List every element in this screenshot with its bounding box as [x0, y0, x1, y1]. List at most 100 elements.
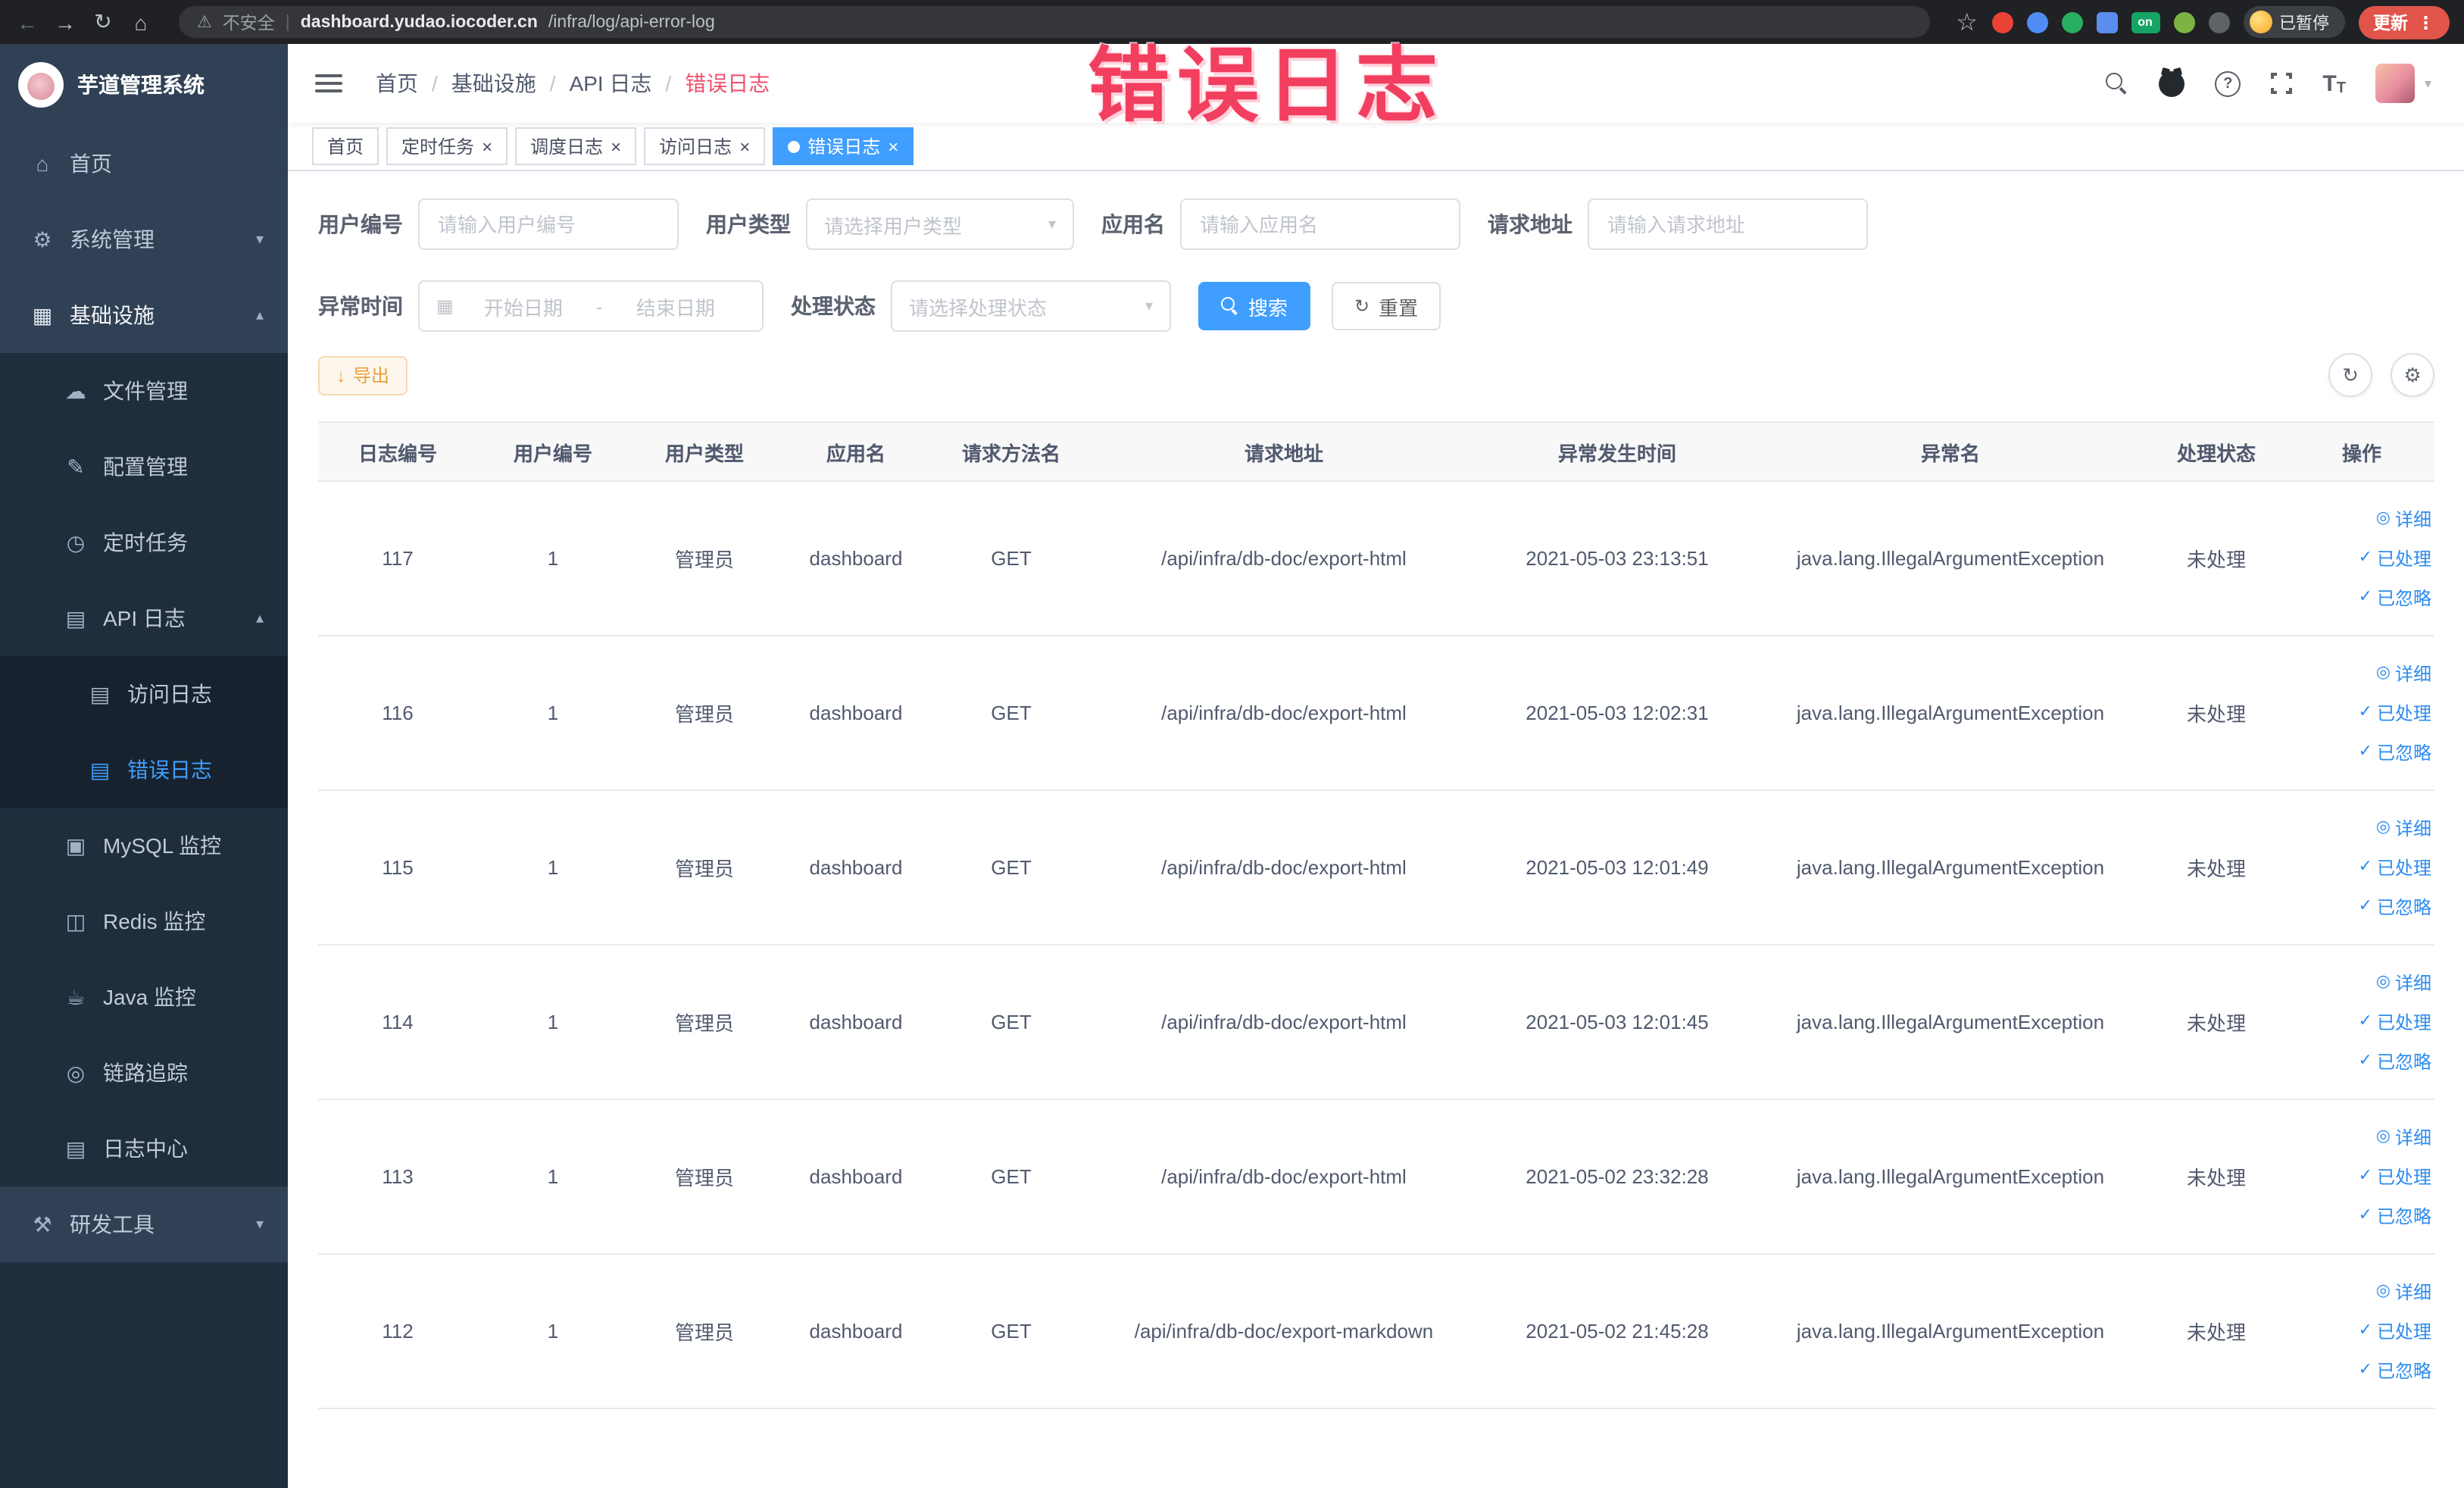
process-status-label: 处理状态: [791, 294, 876, 318]
cell-method: GET: [932, 790, 1091, 946]
sidebar-item-access-log[interactable]: ▤ 访问日志: [0, 656, 288, 732]
user-type-select[interactable]: 请选择用户类型 ▾: [806, 199, 1074, 250]
sidebar-item-home[interactable]: ⌂ 首页: [0, 126, 288, 202]
mark-ignored-link[interactable]: ✓ 已忽略: [2298, 733, 2431, 772]
reload-icon[interactable]: ↻: [91, 9, 115, 35]
menu-dots-icon[interactable]: ⋮: [2417, 11, 2434, 33]
mark-ignored-link[interactable]: ✓ 已忽略: [2298, 578, 2431, 617]
sidebar-item-error-log[interactable]: ▤ 错误日志: [0, 732, 288, 808]
extension-icon-paw[interactable]: [2208, 11, 2229, 33]
extension-icon-green[interactable]: [2061, 11, 2082, 33]
tab-schedule-log[interactable]: 调度日志 ×: [515, 127, 637, 165]
extension-icon-on[interactable]: on: [2131, 11, 2160, 33]
mark-processed-link[interactable]: ✓ 已处理: [2298, 539, 2431, 578]
close-icon[interactable]: ×: [482, 137, 492, 155]
help-icon[interactable]: ?: [2215, 70, 2241, 96]
sidebar-item-infrastructure[interactable]: ▦ 基础设施 ▴: [0, 277, 288, 353]
request-url-input[interactable]: [1588, 199, 1868, 250]
forward-icon[interactable]: →: [53, 10, 77, 34]
cell-process-status: 未处理: [2144, 790, 2289, 946]
detail-link[interactable]: ◎ 详细: [2298, 1272, 2431, 1311]
mark-ignored-link[interactable]: ✓ 已忽略: [2298, 1351, 2431, 1390]
sidebar-item-log-center[interactable]: ▤ 日志中心: [0, 1111, 288, 1186]
bookmark-star-icon[interactable]: ☆: [1956, 7, 1978, 37]
toolbox-icon: ⚒: [33, 1211, 52, 1236]
mark-processed-link[interactable]: ✓ 已处理: [2298, 1157, 2431, 1196]
security-label[interactable]: 不安全: [223, 10, 275, 34]
sidebar-item-api-log[interactable]: ▤ API 日志 ▴: [0, 580, 288, 656]
column-settings-button[interactable]: ⚙: [2391, 353, 2434, 397]
cell-user-type: 管理员: [629, 481, 780, 636]
github-icon[interactable]: [2159, 70, 2185, 96]
tab-access-log[interactable]: 访问日志 ×: [644, 127, 766, 165]
extension-icon-leaf[interactable]: [2173, 11, 2194, 33]
sidebar-item-java-monitor[interactable]: ☕ Java 监控: [0, 959, 288, 1035]
detail-link[interactable]: ◎ 详细: [2298, 808, 2431, 848]
home-icon[interactable]: ⌂: [129, 10, 153, 34]
refresh-button[interactable]: ↻: [2328, 353, 2372, 397]
table-row: 115 1 管理员 dashboard GET /api/infra/db-do…: [318, 790, 2434, 946]
user-id-input[interactable]: [418, 199, 679, 250]
mark-ignored-link[interactable]: ✓ 已忽略: [2298, 887, 2431, 927]
col-actions: 操作: [2289, 421, 2434, 482]
sidebar-item-mysql-monitor[interactable]: ▣ MySQL 监控: [0, 808, 288, 883]
detail-link[interactable]: ◎ 详细: [2298, 1118, 2431, 1157]
cell-user-type: 管理员: [629, 1099, 780, 1255]
chevron-down-icon: ▾: [255, 1216, 264, 1233]
sidebar-item-dev-tools[interactable]: ⚒ 研发工具 ▾: [0, 1186, 288, 1262]
breadcrumb-api-log[interactable]: API 日志: [570, 68, 652, 98]
sidebar-item-redis-monitor[interactable]: ◫ Redis 监控: [0, 883, 288, 959]
cell-user-id: 1: [477, 481, 629, 636]
grid-icon: ▦: [32, 302, 53, 327]
mark-ignored-link[interactable]: ✓ 已忽略: [2298, 1042, 2431, 1081]
mark-processed-link[interactable]: ✓ 已处理: [2298, 1311, 2431, 1351]
process-status-select[interactable]: 请选择处理状态 ▾: [891, 280, 1171, 332]
monitor-icon: ▣: [65, 833, 86, 857]
avatar[interactable]: [2375, 64, 2416, 103]
detail-link[interactable]: ◎ 详细: [2298, 963, 2431, 1002]
table-toolbar: ↓ 导出 ↻ ⚙: [318, 353, 2434, 397]
col-request-url: 请求地址: [1091, 421, 1477, 482]
date-range-picker[interactable]: ▦ 开始日期 - 结束日期: [418, 280, 764, 332]
detail-link[interactable]: ◎ 详细: [2298, 499, 2431, 539]
search-icon[interactable]: [2106, 72, 2128, 95]
close-icon[interactable]: ×: [888, 137, 898, 155]
sidebar-item-file-management[interactable]: ☁ 文件管理: [0, 353, 288, 429]
sidebar-item-trace[interactable]: ◎ 链路追踪: [0, 1035, 288, 1111]
profile-paused-badge[interactable]: 已暂停: [2243, 6, 2344, 38]
sidebar-item-config-management[interactable]: ✎ 配置管理: [0, 429, 288, 505]
breadcrumb-home[interactable]: 首页: [376, 68, 418, 98]
address-bar[interactable]: ⚠ 不安全 | dashboard.yudao.iocoder.cn /infr…: [179, 6, 1931, 38]
tab-scheduled-tasks[interactable]: 定时任务 ×: [386, 127, 508, 165]
logo[interactable]: 芋道管理系统: [0, 44, 288, 126]
cell-user-id: 1: [477, 790, 629, 946]
mark-processed-link[interactable]: ✓ 已处理: [2298, 693, 2431, 733]
detail-link[interactable]: ◎ 详细: [2298, 654, 2431, 693]
font-size-icon[interactable]: TT: [2322, 70, 2346, 96]
browser-update-button[interactable]: 更新 ⋮: [2358, 5, 2450, 39]
tab-error-log[interactable]: 错误日志 ×: [773, 127, 914, 165]
close-icon[interactable]: ×: [611, 137, 621, 155]
back-icon[interactable]: ←: [15, 10, 39, 34]
mark-processed-link[interactable]: ✓ 已处理: [2298, 1002, 2431, 1042]
sidebar-item-system-management[interactable]: ⚙ 系统管理 ▾: [0, 202, 288, 277]
breadcrumb-infrastructure[interactable]: 基础设施: [451, 68, 536, 98]
search-button[interactable]: 搜索: [1198, 282, 1311, 330]
hamburger-icon[interactable]: [315, 74, 342, 92]
extension-icon-red[interactable]: [1991, 11, 2013, 33]
extension-icon-grid[interactable]: [2096, 11, 2117, 33]
tab-label: 定时任务: [401, 136, 475, 158]
reset-button[interactable]: ↻ 重置: [1332, 282, 1441, 330]
tab-home[interactable]: 首页: [312, 127, 379, 165]
close-icon[interactable]: ×: [739, 137, 750, 155]
export-button[interactable]: ↓ 导出: [318, 355, 408, 395]
sidebar-item-scheduled-tasks[interactable]: ◷ 定时任务: [0, 505, 288, 580]
user-menu[interactable]: ▾: [2375, 64, 2431, 103]
mark-processed-link[interactable]: ✓ 已处理: [2298, 848, 2431, 887]
mark-ignored-link[interactable]: ✓ 已忽略: [2298, 1196, 2431, 1236]
sidebar-item-label: Redis 监控: [103, 909, 206, 933]
extension-icon-drop[interactable]: [2026, 11, 2047, 33]
refresh-icon: ↻: [1354, 295, 1370, 317]
fullscreen-icon[interactable]: [2269, 71, 2294, 95]
app-name-input[interactable]: [1180, 199, 1460, 250]
